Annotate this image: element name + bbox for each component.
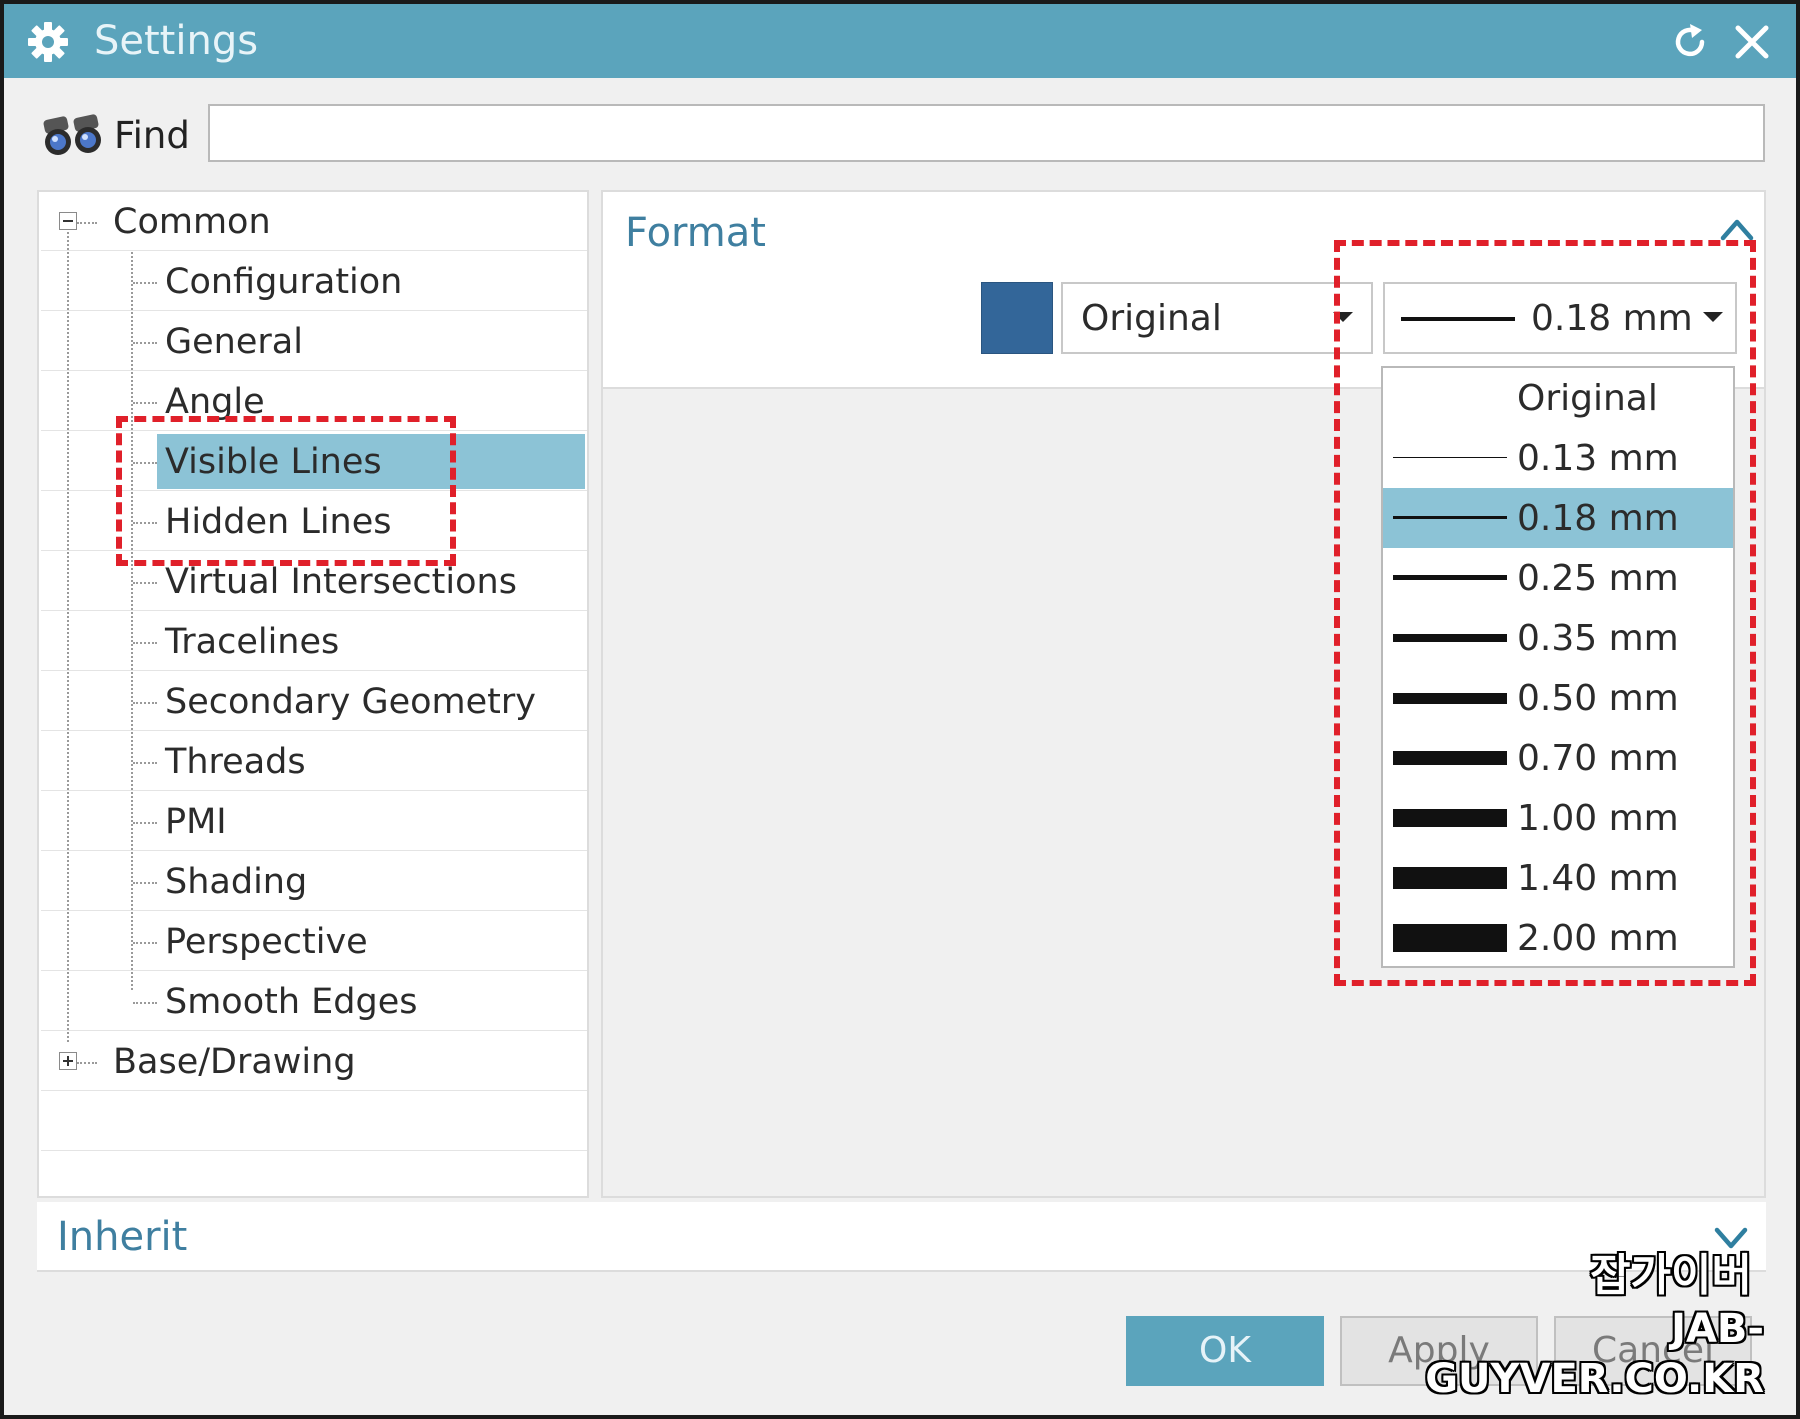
tree-item-base-drawing[interactable]: Base/Drawing xyxy=(41,1032,587,1091)
line-font-select[interactable]: Original xyxy=(1061,282,1373,354)
tree-item-tracelines[interactable]: Tracelines xyxy=(41,612,587,671)
collapse-minus-icon[interactable] xyxy=(59,212,77,230)
tree-item-label: Base/Drawing xyxy=(113,1042,356,1082)
tree-item-shading[interactable]: Shading xyxy=(41,852,587,911)
find-input[interactable] xyxy=(208,104,1765,162)
tree-item-secondary-geometry[interactable]: Secondary Geometry xyxy=(41,672,587,731)
settings-dialog: Settings Find Common Configuration Gener… xyxy=(0,0,1800,1419)
tree-item-perspective[interactable]: Perspective xyxy=(41,912,587,971)
tree-item-label: Shading xyxy=(165,862,308,902)
annotation-highlight-tree xyxy=(116,416,456,566)
tree-item-label: Threads xyxy=(165,742,306,782)
watermark-korean: 잡가이버 xyxy=(1590,1250,1752,1301)
settings-tree: Common Configuration General Angle Visib… xyxy=(37,190,589,1198)
tree-item-pmi[interactable]: PMI xyxy=(41,792,587,851)
format-section-title: Format xyxy=(625,210,766,256)
tree-item-label: Perspective xyxy=(165,922,368,962)
tree-item-label: Virtual Intersections xyxy=(165,562,517,602)
watermark: 잡가이버 JAB-GUYVER.CO.KR xyxy=(1364,1248,1764,1404)
ok-button[interactable]: OK xyxy=(1126,1316,1324,1386)
tree-item-smooth-edges[interactable]: Smooth Edges xyxy=(41,972,587,1031)
title-bar: Settings xyxy=(4,4,1796,78)
tree-item-label: General xyxy=(165,322,303,362)
find-bar: Find xyxy=(4,78,1796,178)
reset-icon[interactable] xyxy=(1668,20,1712,64)
tree-item-label: PMI xyxy=(165,802,227,842)
tree-item-label: Smooth Edges xyxy=(165,982,418,1022)
watermark-url: JAB-GUYVER.CO.KR xyxy=(1425,1306,1764,1402)
find-label: Find xyxy=(114,114,190,157)
inherit-section-title: Inherit xyxy=(57,1214,188,1260)
tree-item-configuration[interactable]: Configuration xyxy=(41,252,587,311)
expand-plus-icon[interactable] xyxy=(59,1052,77,1070)
gear-icon xyxy=(28,22,68,62)
tree-empty-row xyxy=(41,1092,587,1151)
tree-item-label: Common xyxy=(113,202,271,242)
tree-item-label: Configuration xyxy=(165,262,403,302)
close-icon[interactable] xyxy=(1730,20,1774,64)
tree-item-label: Secondary Geometry xyxy=(165,682,537,722)
line-color-swatch[interactable] xyxy=(981,282,1053,354)
tree-item-common[interactable]: Common xyxy=(41,192,587,251)
annotation-highlight-line-width xyxy=(1334,240,1756,986)
line-font-value: Original xyxy=(1081,298,1222,339)
window-title: Settings xyxy=(94,18,259,64)
binoculars-icon xyxy=(43,114,101,155)
tree-item-general[interactable]: General xyxy=(41,312,587,371)
tree-item-label: Tracelines xyxy=(165,622,340,662)
tree-item-threads[interactable]: Threads xyxy=(41,732,587,791)
